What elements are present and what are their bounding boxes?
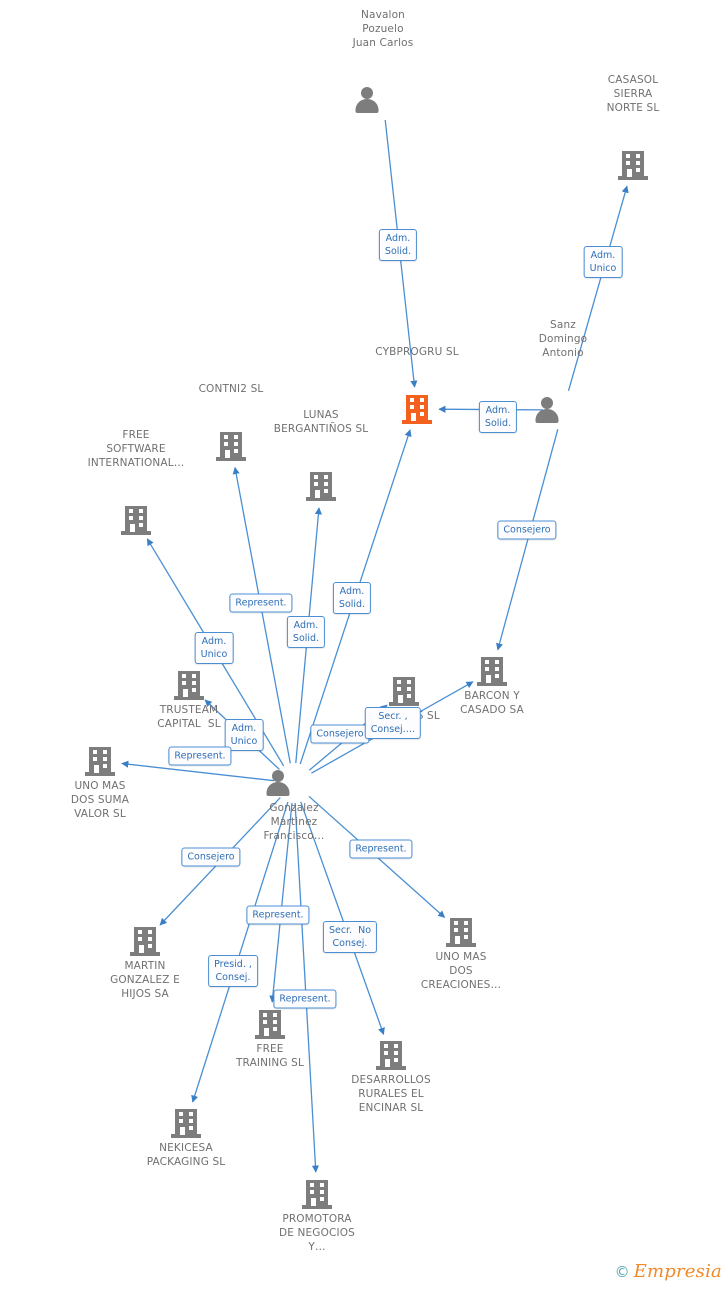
company-building-icon	[305, 470, 337, 502]
relation-label-gonzalez-martin[interactable]: Consejero	[181, 847, 241, 867]
node-caption: PROMOTORA DE NEGOCIOS Y…	[279, 1213, 355, 1253]
company-building-icon	[301, 1178, 333, 1210]
node-caption: CASASOL SIERRA NORTE SL	[606, 74, 660, 114]
relation-label-gonzalez-desarrollos[interactable]: Secr. No Consej.	[322, 921, 378, 953]
company-building-icon	[375, 1039, 407, 1071]
relation-label-gonzalez-freesoft[interactable]: Adm. Unico	[194, 632, 234, 664]
relation-label-gonzalez-cybprogru[interactable]: Adm. Solid.	[332, 582, 372, 614]
company-building-icon	[170, 1107, 202, 1139]
relation-label-sanz-cybprogru[interactable]: Adm. Solid.	[478, 401, 518, 433]
relation-label-gonzalez-lunas[interactable]: Adm. Solid.	[286, 616, 326, 648]
relation-label-sanz-casasol[interactable]: Adm. Unico	[583, 246, 623, 278]
company-building-icon	[445, 916, 477, 948]
company-building-icon	[476, 655, 508, 687]
company-building-icon	[120, 504, 152, 536]
node-caption: CONTNI2 SL	[198, 383, 264, 395]
copyright-icon: ©	[614, 1262, 630, 1281]
brand-name: Empresia	[633, 1261, 722, 1282]
relation-label-gonzalez-contni2[interactable]: Represent.	[229, 593, 293, 613]
relation-label-sanz-barcon[interactable]: Consejero	[497, 520, 557, 540]
relation-label-gonzalez-promotora[interactable]: Represent.	[246, 905, 310, 925]
company-building-icon	[129, 925, 161, 957]
company-building-icon	[215, 430, 247, 462]
node-caption: UNO MAS DOS SUMA VALOR SL	[70, 780, 130, 820]
relation-label-navalon-cybprogru[interactable]: Adm. Solid.	[378, 229, 418, 261]
node-caption: MARTIN GONZALEZ E HIJOS SA	[110, 960, 180, 1000]
node-caption: TRUSTEAM CAPITAL SL	[157, 704, 221, 730]
company-building-icon	[84, 745, 116, 777]
node-caption: FREE TRAINING SL	[235, 1043, 305, 1069]
node-caption: Gonzalez Martinez Francisco…	[263, 802, 325, 842]
person-icon	[535, 394, 579, 426]
node-caption: Navalon Pozuelo Juan Carlos	[352, 9, 414, 49]
person-icon	[266, 767, 310, 799]
relation-label-gonzalez-nekicesa[interactable]: Presid. , Consej.	[208, 955, 258, 987]
company-building-icon	[388, 675, 420, 707]
company-building-icon-highlighted	[401, 393, 433, 425]
node-caption: CYBPROGRU SL	[375, 346, 459, 358]
relation-label-gonzalez-freetrain[interactable]: Represent.	[273, 989, 337, 1009]
relation-label-gonzalez-partners[interactable]: Consejero	[310, 724, 370, 744]
empresia-watermark: © Empresia	[615, 1261, 722, 1282]
node-caption: DESARROLLOS RURALES EL ENCINAR SL	[351, 1074, 431, 1114]
edge-gonzalez-to-unomasdos	[121, 760, 275, 782]
company-building-icon	[254, 1008, 286, 1040]
person-icon	[355, 84, 399, 116]
edge-sanz-to-barcon	[496, 429, 559, 651]
node-caption: UNO MAS DOS CREACIONES…	[420, 951, 502, 991]
company-building-icon	[173, 669, 205, 701]
edge-sanz-to-casasol	[567, 185, 629, 391]
node-caption: Sanz Domingo Antonio	[538, 319, 588, 359]
relation-label-gonzalez-barcon[interactable]: Secr. , Consej.…	[364, 707, 422, 739]
network-graph-canvas: Navalon Pozuelo Juan Carlos CASASOL SIERRA NO…	[0, 0, 728, 1290]
company-building-icon	[617, 149, 649, 181]
relation-label-gonzalez-unomascrea[interactable]: Represent.	[349, 839, 413, 859]
node-caption: FREE SOFTWARE INTERNATIONAL…	[87, 429, 185, 469]
node-caption: BARCON Y CASADO SA	[460, 690, 524, 716]
edge-gonzalez-to-promotora	[294, 802, 320, 1173]
node-caption: LUNAS BERGANTIÑOS SL	[273, 409, 369, 435]
relation-label-gonzalez-unomasdos[interactable]: Represent.	[168, 746, 232, 766]
relation-label-gonzalez-trusteam[interactable]: Adm. Unico	[224, 719, 264, 751]
node-caption: NEKICESA PACKAGING SL	[146, 1142, 226, 1168]
